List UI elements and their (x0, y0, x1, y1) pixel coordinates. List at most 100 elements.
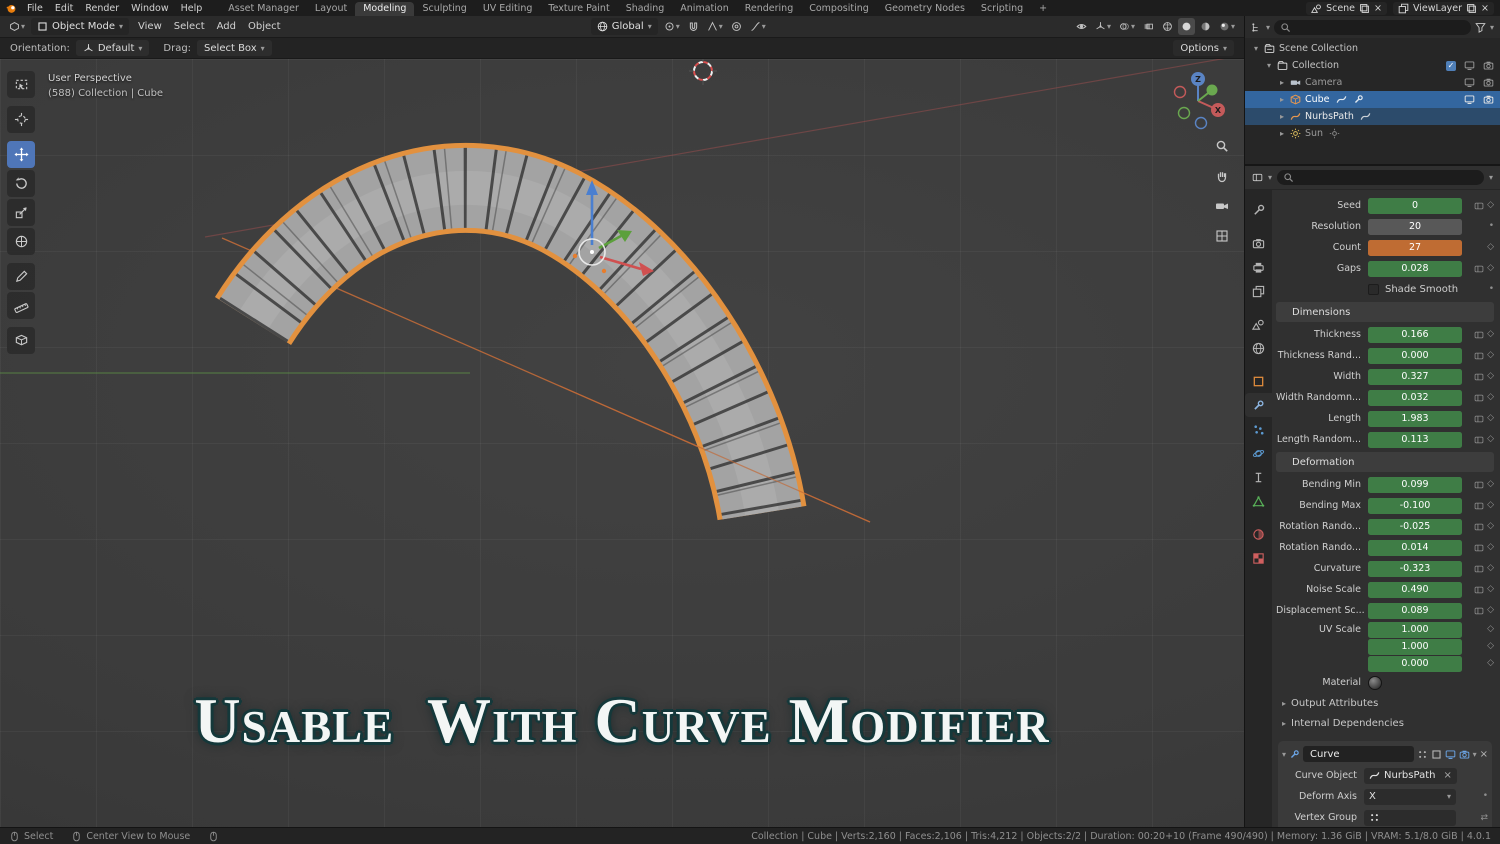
zoom-button[interactable] (1211, 135, 1233, 157)
camera-icon[interactable] (1480, 94, 1496, 105)
close-modifier-icon[interactable]: × (1480, 749, 1488, 760)
on-cage-toggle-icon[interactable] (1417, 749, 1428, 760)
outliner-search-input[interactable] (1295, 22, 1465, 32)
prop-value-uv-scale[interactable]: 0.000 (1368, 656, 1462, 672)
prop-value-rotation-rando[interactable]: 0.014 (1368, 540, 1462, 556)
add-cube-tool[interactable] (7, 327, 35, 354)
hand-button[interactable] (1211, 165, 1233, 187)
prop-value-resolution[interactable]: 20 (1368, 219, 1462, 235)
visibility-button[interactable] (1073, 18, 1090, 35)
expander-icon[interactable]: ▸ (1277, 95, 1287, 104)
workspace-tab-geometry-nodes[interactable]: Geometry Nodes (877, 2, 973, 16)
properties-tab-render[interactable] (1245, 231, 1272, 255)
realtime-toggle-icon[interactable] (1445, 749, 1456, 760)
workspace-tab-uv-editing[interactable]: UV Editing (475, 2, 541, 16)
transform-tool[interactable] (7, 228, 35, 255)
menu-edit[interactable]: Edit (49, 3, 79, 14)
prop-value-curvature[interactable]: -0.323 (1368, 561, 1462, 577)
annotate-tool[interactable] (7, 263, 35, 290)
filter-icon[interactable] (1475, 22, 1486, 33)
select-box-tool[interactable] (7, 71, 35, 98)
properties-tab-material[interactable] (1245, 522, 1272, 546)
outliner-item-cube[interactable]: ▸Cube (1245, 91, 1500, 108)
properties-tab-view-layer[interactable] (1245, 279, 1272, 303)
properties-tab-physics[interactable] (1245, 441, 1272, 465)
overlays-button[interactable]: ▾ (1116, 18, 1138, 35)
expander-icon[interactable]: ▾ (1251, 44, 1261, 53)
swap-icon[interactable]: ⇄ (1480, 813, 1488, 823)
properties-filter-icon[interactable]: ▾ (1489, 173, 1493, 182)
prop-value-width-randomn[interactable]: 0.032 (1368, 390, 1462, 406)
shade-smooth-checkbox[interactable] (1368, 284, 1379, 295)
properties-search-input[interactable] (1298, 173, 1478, 183)
expand-icon[interactable]: ▾ (1282, 750, 1286, 759)
workspace-tab-animation[interactable]: Animation (672, 2, 736, 16)
drag-setting-select[interactable]: Select Box ▾ (197, 40, 272, 56)
shading-material-button[interactable] (1197, 18, 1214, 35)
modifier-prop-vertex-group[interactable] (1364, 810, 1456, 826)
properties-tab-particles[interactable] (1245, 417, 1272, 441)
workspace-tab-scripting[interactable]: Scripting (973, 2, 1031, 16)
options-dropdown[interactable]: Options ▾ (1173, 40, 1234, 56)
prop-value-noise-scale[interactable]: 0.490 (1368, 582, 1462, 598)
editor-type-button[interactable]: ▾ (6, 18, 28, 35)
remove-viewlayer-icon[interactable]: × (1481, 3, 1489, 14)
magnet-button[interactable] (685, 18, 702, 35)
new-scene-icon[interactable] (1359, 3, 1370, 14)
properties-tab-constraints[interactable] (1245, 465, 1272, 489)
pivot-button[interactable]: ▾ (661, 18, 683, 35)
prop-value-rotation-rando[interactable]: -0.025 (1368, 519, 1462, 535)
section-header-deformation[interactable]: Deformation (1276, 452, 1494, 472)
workspace-tab-modeling[interactable]: Modeling (355, 2, 414, 16)
xray-button[interactable] (1140, 18, 1157, 35)
viewport-menu-add[interactable]: Add (211, 21, 242, 32)
modifier-prop-deform-axis[interactable]: X▾ (1364, 789, 1456, 805)
section-header-dimensions[interactable]: Dimensions (1276, 302, 1494, 322)
prop-value-length-random[interactable]: 0.113 (1368, 432, 1462, 448)
prop-value-gaps[interactable]: 0.028 (1368, 261, 1462, 277)
viewport-menu-object[interactable]: Object (242, 21, 287, 32)
menu-help[interactable]: Help (175, 3, 209, 14)
navigation-gizmo[interactable]: Z X (1175, 72, 1226, 129)
material-preview[interactable] (1368, 676, 1382, 690)
snap-button[interactable]: ▾ (704, 18, 726, 35)
modifier-extras-icon[interactable]: ▾ (1473, 750, 1477, 759)
gizmos-button[interactable]: ▾ (1092, 18, 1114, 35)
menu-render[interactable]: Render (79, 3, 125, 14)
scene-selector[interactable]: Scene × (1306, 2, 1387, 15)
viewlayer-selector[interactable]: ViewLayer × (1393, 2, 1494, 15)
outliner-item-sun[interactable]: ▸Sun (1245, 125, 1500, 142)
properties-tab-object[interactable] (1245, 369, 1272, 393)
transform-orientation-select[interactable]: Global ▾ (591, 18, 658, 35)
checkbox-icon[interactable]: ✓ (1446, 61, 1456, 71)
blender-logo[interactable] (6, 3, 17, 14)
camera-icon[interactable] (1480, 60, 1496, 71)
expander-icon[interactable]: ▸ (1277, 112, 1287, 121)
rotate-tool[interactable] (7, 170, 35, 197)
measure-tool[interactable] (7, 292, 35, 319)
shading-solid-button[interactable] (1178, 18, 1195, 35)
collapsed-panel-internal-dependencies[interactable]: ▸Internal Dependencies (1276, 713, 1494, 733)
viewport-3d[interactable]: Z X User Perspective (588) Collection | … (0, 59, 1244, 827)
expander-icon[interactable]: ▾ (1264, 61, 1274, 70)
outliner-item-camera[interactable]: ▸Camera (1245, 74, 1500, 91)
modifier-name-field[interactable]: Curve (1303, 746, 1414, 762)
proportional-button[interactable] (728, 18, 745, 35)
outliner-item-nurbspath[interactable]: ▸NurbsPath (1245, 108, 1500, 125)
collapsed-panel-output-attributes[interactable]: ▸Output Attributes (1276, 693, 1494, 713)
prop-value-bending-max[interactable]: -0.100 (1368, 498, 1462, 514)
properties-tab-scene[interactable] (1245, 312, 1272, 336)
edit-mode-toggle-icon[interactable] (1431, 749, 1442, 760)
modifier-prop-curve-object[interactable]: NurbsPath× (1364, 768, 1457, 784)
clear-object-icon[interactable]: × (1443, 770, 1451, 781)
outliner-item-collection[interactable]: ▾Collection✓ (1245, 57, 1500, 74)
add-workspace-button[interactable]: + (1033, 3, 1053, 14)
menu-window[interactable]: Window (125, 3, 174, 14)
orientation-setting-select[interactable]: Default ▾ (76, 40, 150, 56)
prop-value-uv-scale[interactable]: 1.000 (1368, 622, 1462, 638)
properties-tab-output[interactable] (1245, 255, 1272, 279)
prop-value-width[interactable]: 0.327 (1368, 369, 1462, 385)
screen-icon[interactable] (1461, 77, 1477, 88)
viewport-menu-view[interactable]: View (132, 21, 168, 32)
properties-tab-modifiers[interactable] (1245, 393, 1272, 417)
